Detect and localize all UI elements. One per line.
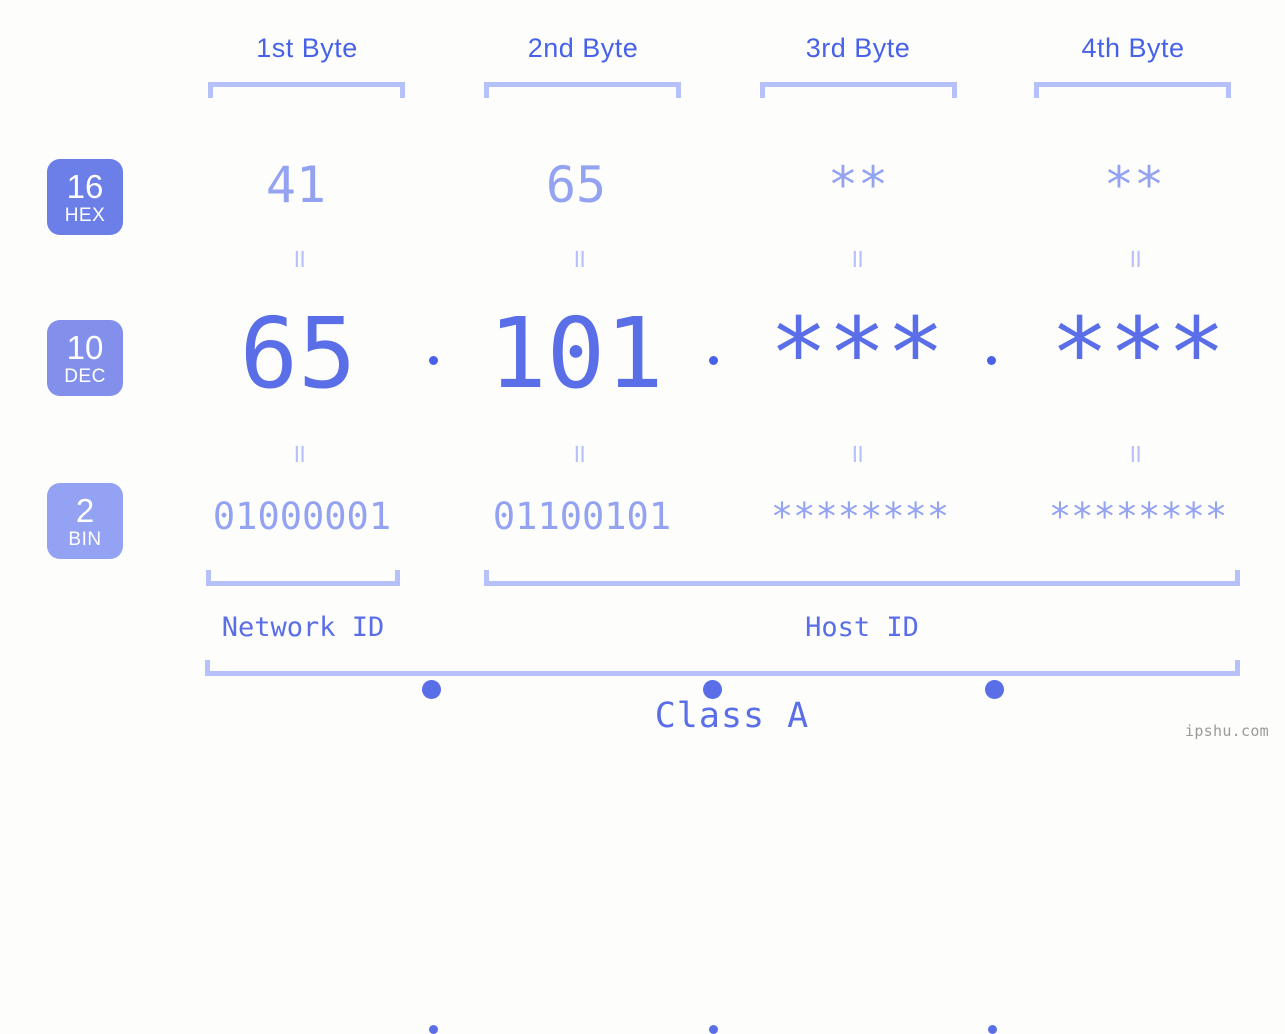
equality-connector-dec-bin-1: ॥: [290, 439, 310, 469]
network-id-bracket: [206, 570, 400, 586]
byte-header-3: 3rd Byte: [805, 33, 911, 63]
host-id-label: Host ID: [805, 612, 919, 643]
dec-separator-3: [985, 680, 1004, 699]
bin-separator-1: [429, 1025, 438, 1034]
dec-byte-1-value: 65: [239, 297, 357, 410]
bin-separator-3: [988, 1025, 997, 1034]
dec-byte-2-value: 101: [488, 297, 664, 410]
byte-bracket-top-1: [208, 82, 405, 98]
byte-header-2: 2nd Byte: [527, 33, 639, 63]
dec-value-row: 65 101 *** ***: [0, 297, 1285, 699]
equality-connector-hex-dec-1: ॥: [290, 244, 310, 274]
equality-connector-dec-bin-4: ॥: [1126, 439, 1146, 469]
network-id-label: Network ID: [221, 612, 385, 643]
equality-connector-hex-dec-3: ॥: [848, 244, 868, 274]
host-id-bracket: [484, 570, 1240, 586]
bin-byte-2-value: 01100101: [492, 495, 672, 538]
dec-byte-4-value: ***: [1050, 297, 1226, 410]
hex-value-row: 41 65 ** **: [0, 156, 1285, 365]
site-watermark: ipshu.com: [1185, 722, 1269, 740]
dec-byte-3-value: ***: [769, 297, 945, 410]
hex-byte-2-value: 65: [545, 156, 607, 214]
byte-header-4: 4th Byte: [1081, 33, 1185, 63]
equality-connector-dec-bin-3: ॥: [848, 439, 868, 469]
hex-byte-1-value: 41: [265, 156, 327, 214]
ip-address-breakdown-diagram: 1st Byte 2nd Byte 3rd Byte 4th Byte 16 H…: [0, 0, 1285, 1034]
byte-bracket-top-2: [484, 82, 681, 98]
bin-value-row: 01000001 01100101 ******** ********: [0, 495, 1285, 1034]
bin-byte-3-value: ********: [770, 495, 950, 538]
byte-bracket-top-3: [760, 82, 957, 98]
hex-byte-3-value: **: [827, 156, 889, 214]
dec-separator-1: [422, 680, 441, 699]
bin-separator-2: [709, 1025, 718, 1034]
byte-header-1: 1st Byte: [256, 33, 358, 63]
class-bracket: [205, 660, 1240, 676]
equality-connector-dec-bin-2: ॥: [570, 439, 590, 469]
equality-connector-hex-dec-4: ॥: [1126, 244, 1146, 274]
equality-connector-hex-dec-2: ॥: [570, 244, 590, 274]
bin-byte-1-value: 01000001: [212, 495, 392, 538]
bin-byte-4-value: ********: [1048, 495, 1228, 538]
class-label: Class A: [654, 696, 810, 736]
byte-bracket-top-4: [1034, 82, 1231, 98]
hex-byte-4-value: **: [1103, 156, 1165, 214]
